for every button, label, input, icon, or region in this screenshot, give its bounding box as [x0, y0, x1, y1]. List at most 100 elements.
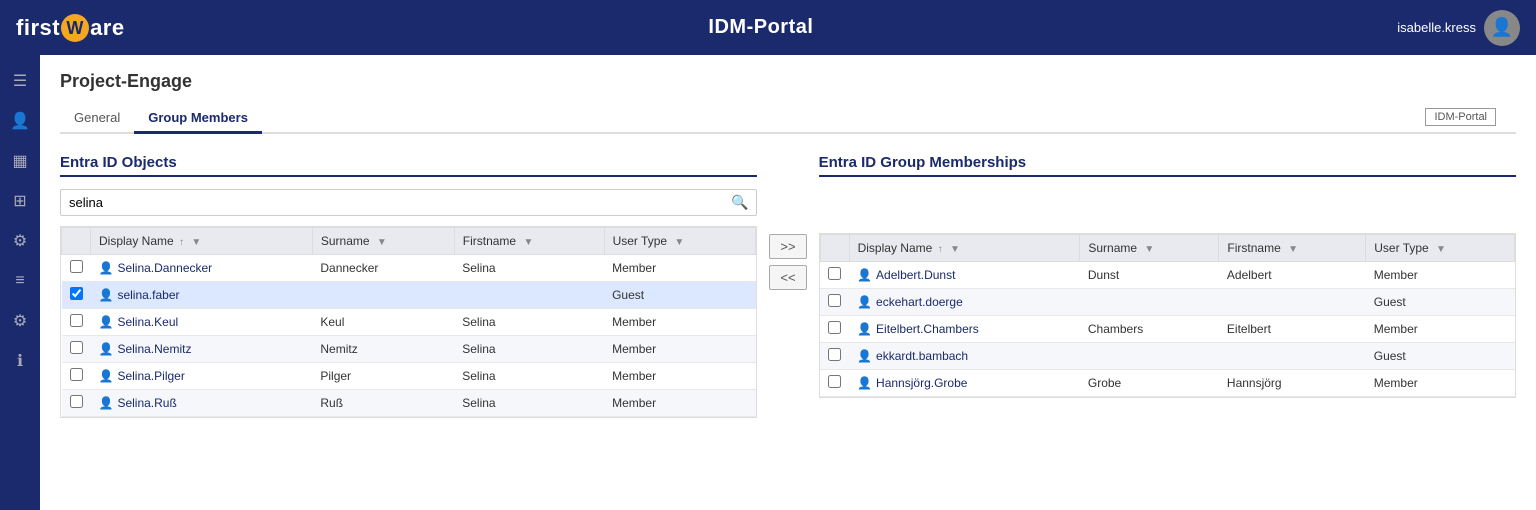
right-panel: Entra ID Group Memberships Display Name … [819, 154, 1516, 398]
row-check-0[interactable] [70, 260, 83, 273]
sidebar-cog-icon[interactable]: ⚙ [2, 223, 38, 259]
left-row-checkbox[interactable] [62, 309, 91, 336]
row-check-1[interactable] [70, 287, 83, 300]
left-panel-heading: Entra ID Objects [60, 154, 757, 177]
sidebar-menu-icon[interactable]: ☰ [2, 63, 38, 99]
user-person-icon: 👤 [99, 342, 114, 356]
row-check-5[interactable] [70, 395, 83, 408]
user-person-icon: 👤 [99, 261, 114, 275]
tab-general[interactable]: General [60, 104, 134, 134]
left-row-checkbox[interactable] [62, 255, 91, 282]
right-row-checkbox[interactable] [820, 316, 849, 343]
right-row-surname: Chambers [1080, 316, 1219, 343]
transfer-buttons: >> << [757, 234, 818, 290]
right-row-usertype: Member [1366, 370, 1515, 397]
tab-badge: IDM-Portal [1425, 108, 1496, 126]
left-row-checkbox[interactable] [62, 390, 91, 417]
sidebar-info-icon[interactable]: ℹ [2, 343, 38, 379]
left-data-table: Display Name ↑ ▼ Surname ▼ Firstname ▼ U… [61, 227, 756, 417]
right-table-row[interactable]: 👤Adelbert.Dunst Dunst Adelbert Member [820, 262, 1514, 289]
left-row-firstname: Selina [454, 309, 604, 336]
sidebar: ☰ 👤 ▦ ⊞ ⚙ ≡ ⚙ ℹ [0, 55, 40, 510]
right-row-firstname: Adelbert [1219, 262, 1366, 289]
right-panel-heading: Entra ID Group Memberships [819, 154, 1516, 177]
right-row-surname [1080, 289, 1219, 316]
right-row-displayname: 👤Eitelbert.Chambers [849, 316, 1080, 343]
left-row-surname: Pilger [312, 363, 454, 390]
right-row-usertype: Member [1366, 316, 1515, 343]
app-layout: ☰ 👤 ▦ ⊞ ⚙ ≡ ⚙ ℹ Project-Engage General G… [0, 55, 1536, 510]
right-table-row[interactable]: 👤eckehart.doerge Guest [820, 289, 1514, 316]
left-row-firstname: Selina [454, 390, 604, 417]
logo-first-text: first [16, 15, 60, 41]
left-table-container: Display Name ↑ ▼ Surname ▼ Firstname ▼ U… [60, 226, 757, 418]
right-row-displayname: 👤ekkardt.bambach [849, 343, 1080, 370]
left-col-usertype: User Type ▼ [604, 228, 756, 255]
right-table-row[interactable]: 👤ekkardt.bambach Guest [820, 343, 1514, 370]
user-person-icon-r: 👤 [857, 376, 872, 390]
left-table-row[interactable]: 👤Selina.Ruß Ruß Selina Member [62, 390, 756, 417]
row-check-2[interactable] [70, 314, 83, 327]
right-row-check-1[interactable] [828, 294, 841, 307]
right-row-check-4[interactable] [828, 375, 841, 388]
right-row-usertype: Guest [1366, 343, 1515, 370]
user-person-icon: 👤 [99, 396, 114, 410]
left-table-row[interactable]: 👤Selina.Nemitz Nemitz Selina Member [62, 336, 756, 363]
search-input[interactable] [69, 195, 731, 210]
left-table-row[interactable]: 👤Selina.Dannecker Dannecker Selina Membe… [62, 255, 756, 282]
left-col-checkbox [62, 228, 91, 255]
left-table-row[interactable]: 👤Selina.Pilger Pilger Selina Member [62, 363, 756, 390]
left-row-surname: Keul [312, 309, 454, 336]
sidebar-user-icon[interactable]: 👤 [2, 103, 38, 139]
right-row-surname: Grobe [1080, 370, 1219, 397]
sidebar-grid-icon[interactable]: ▦ [2, 143, 38, 179]
right-table-row[interactable]: 👤Hannsjörg.Grobe Grobe Hannsjörg Member [820, 370, 1514, 397]
left-row-displayname: 👤Selina.Nemitz [91, 336, 313, 363]
right-row-firstname [1219, 343, 1366, 370]
left-table-row[interactable]: 👤Selina.Keul Keul Selina Member [62, 309, 756, 336]
right-row-check-2[interactable] [828, 321, 841, 334]
row-check-4[interactable] [70, 368, 83, 381]
tab-group-members[interactable]: Group Members [134, 104, 262, 134]
main-content: Project-Engage General Group Members IDM… [40, 55, 1536, 510]
logo-w-circle: W [61, 14, 89, 42]
right-row-check-0[interactable] [828, 267, 841, 280]
sidebar-list-icon[interactable]: ≡ [2, 263, 38, 299]
right-row-checkbox[interactable] [820, 289, 849, 316]
left-row-checkbox[interactable] [62, 336, 91, 363]
right-row-displayname: 👤eckehart.doerge [849, 289, 1080, 316]
search-box[interactable]: 🔍 [60, 189, 757, 216]
right-row-firstname: Eitelbert [1219, 316, 1366, 343]
right-table-container: Display Name ↑ ▼ Surname ▼ Firstname ▼ U… [819, 233, 1516, 398]
left-row-firstname: Selina [454, 336, 604, 363]
tabs-bar: General Group Members IDM-Portal [60, 104, 1516, 134]
transfer-backward-button[interactable]: << [769, 265, 806, 290]
left-row-displayname: 👤Selina.Keul [91, 309, 313, 336]
right-row-checkbox[interactable] [820, 262, 849, 289]
right-row-checkbox[interactable] [820, 343, 849, 370]
row-check-3[interactable] [70, 341, 83, 354]
left-row-surname: Dannecker [312, 255, 454, 282]
sidebar-apps-icon[interactable]: ⊞ [2, 183, 38, 219]
right-row-checkbox[interactable] [820, 370, 849, 397]
left-row-checkbox[interactable] [62, 363, 91, 390]
logo: firstWare [16, 14, 125, 42]
left-col-surname: Surname ▼ [312, 228, 454, 255]
app-title: IDM-Portal [708, 16, 813, 39]
right-row-surname [1080, 343, 1219, 370]
left-row-displayname: 👤Selina.Dannecker [91, 255, 313, 282]
right-table-row[interactable]: 👤Eitelbert.Chambers Chambers Eitelbert M… [820, 316, 1514, 343]
transfer-forward-button[interactable]: >> [769, 234, 806, 259]
logo-are-text: are [90, 15, 125, 41]
right-row-firstname: Hannsjörg [1219, 370, 1366, 397]
user-person-icon: 👤 [99, 288, 114, 302]
user-person-icon-r: 👤 [857, 295, 872, 309]
left-col-firstname: Firstname ▼ [454, 228, 604, 255]
sidebar-gear-icon[interactable]: ⚙ [2, 303, 38, 339]
left-row-surname: Ruß [312, 390, 454, 417]
right-row-check-3[interactable] [828, 348, 841, 361]
username-label: isabelle.kress [1397, 20, 1476, 35]
left-row-surname [312, 282, 454, 309]
left-table-row[interactable]: 👤selina.faber Guest [62, 282, 756, 309]
left-row-checkbox[interactable] [62, 282, 91, 309]
